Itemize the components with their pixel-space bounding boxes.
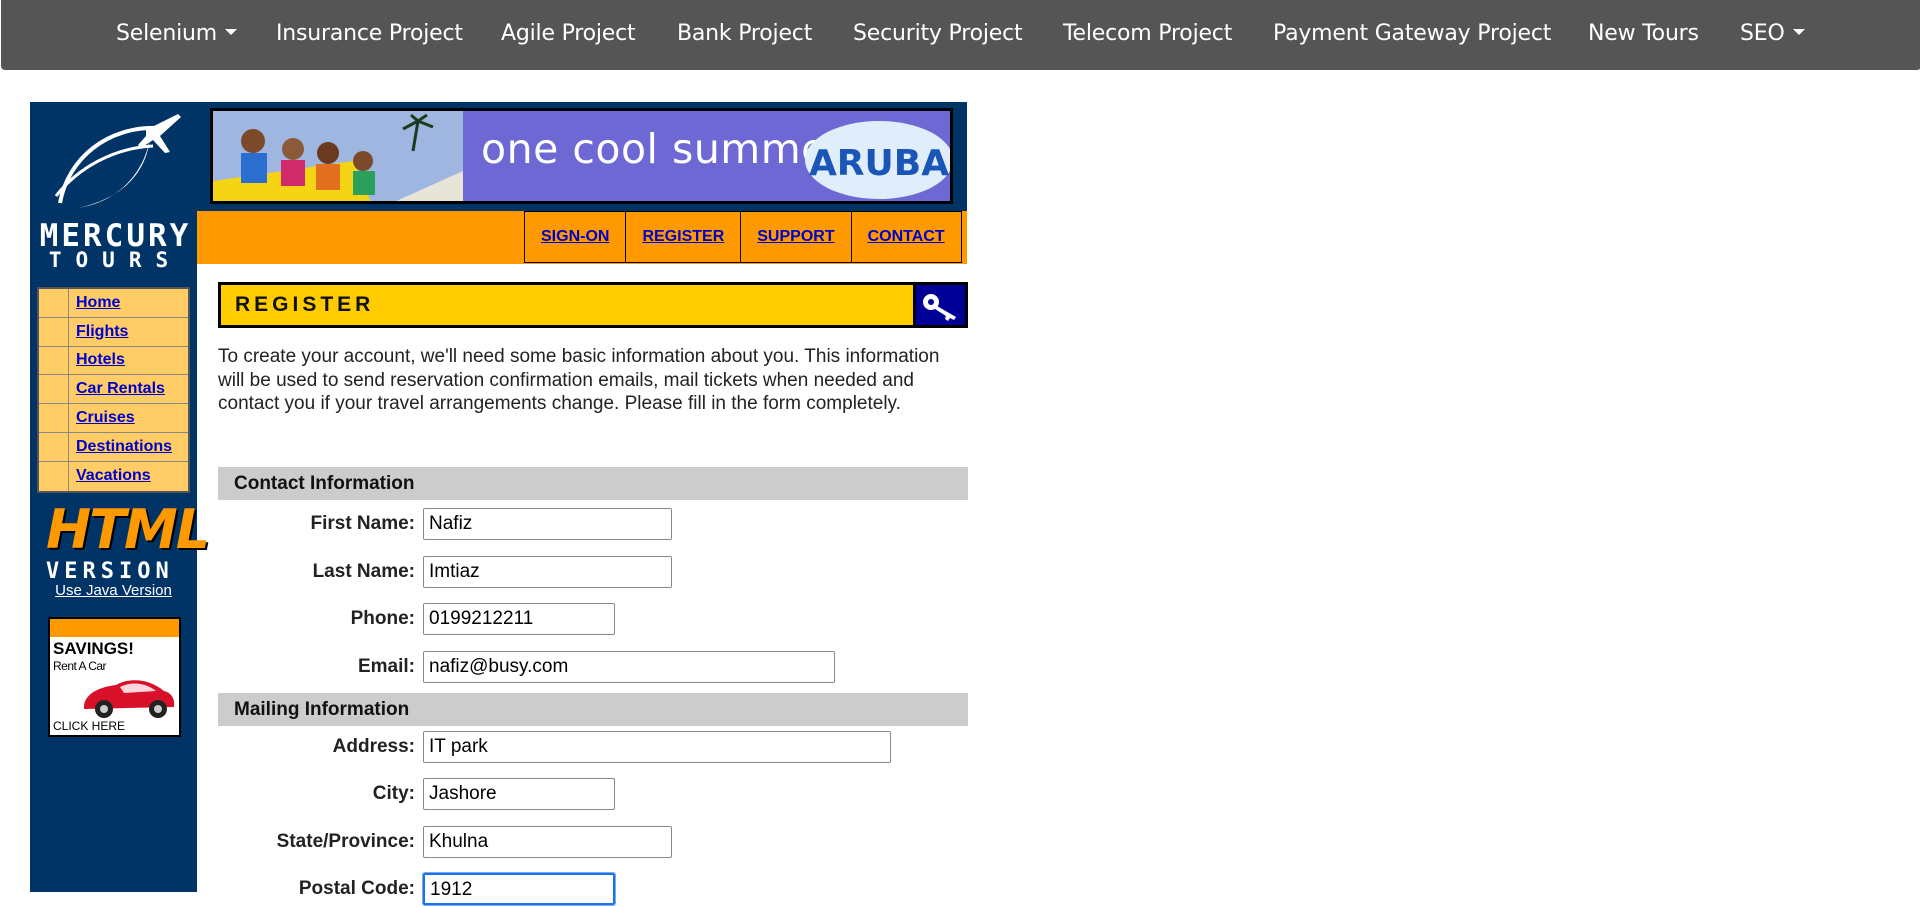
first-name-row: First Name: Nafiz	[218, 508, 968, 542]
key-icon	[913, 285, 965, 325]
state-province-label: State/Province:	[276, 831, 415, 852]
side-menu: Home Flights Hotels Car Rentals Cruises …	[37, 287, 190, 493]
banner-area: one cool summer ARUBA	[197, 102, 967, 211]
postal-code-input[interactable]: 1912	[422, 872, 616, 906]
menu-bullet	[39, 432, 69, 461]
side-menu-item-destinations: Destinations	[39, 432, 188, 462]
car-icon	[84, 680, 175, 718]
side-menu-link-car-rentals[interactable]: Car Rentals	[69, 380, 165, 398]
menu-bullet	[39, 375, 69, 404]
nav-security-project[interactable]: Security Project	[853, 0, 1023, 67]
caret-down-icon	[224, 29, 237, 35]
aruba-badge: ARUBA	[805, 121, 950, 199]
last-name-input[interactable]: Imtiaz	[423, 556, 672, 588]
menu-bullet	[39, 461, 69, 491]
plane-logo-icon	[54, 114, 181, 208]
postal-code-row: Postal Code: 1912	[218, 872, 968, 907]
side-menu-link-hotels[interactable]: Hotels	[69, 351, 125, 369]
nav-bank-project[interactable]: Bank Project	[677, 0, 812, 67]
ad-title: SAVINGS!	[53, 639, 134, 658]
side-menu-item-home: Home	[39, 289, 188, 318]
side-menu-item-flights: Flights	[39, 317, 188, 347]
logo-wordmark-tours: TOURS	[48, 248, 183, 272]
nav-selenium-dropdown[interactable]: Selenium	[116, 0, 237, 67]
phone-row: Phone: 0199212211	[218, 603, 968, 637]
postal-code-label: Postal Code:	[298, 878, 415, 899]
top-links: SIGN-ON REGISTER SUPPORT CONTACT	[524, 211, 962, 263]
menu-bullet	[39, 346, 69, 375]
city-input[interactable]: Jashore	[423, 778, 615, 810]
side-menu-item-cruises: Cruises	[39, 404, 188, 433]
promo-banner[interactable]: one cool summer ARUBA	[210, 108, 953, 204]
address-row: Address: IT park	[218, 731, 968, 765]
side-menu-link-vacations[interactable]: Vacations	[69, 467, 151, 485]
first-name-label: First Name:	[310, 513, 415, 534]
banner-headline: one cool summer	[481, 125, 845, 173]
menu-bullet	[39, 289, 69, 317]
phone-label: Phone:	[350, 608, 415, 629]
last-name-row: Last Name: Imtiaz	[218, 556, 968, 590]
side-menu-item-hotels: Hotels	[39, 346, 188, 376]
contact-link[interactable]: CONTACT	[851, 211, 962, 263]
email-input[interactable]: nafiz@busy.com	[423, 651, 835, 683]
side-menu-link-cruises[interactable]: Cruises	[69, 409, 135, 427]
register-link[interactable]: REGISTER	[626, 211, 742, 263]
nav-label: SEO	[1740, 21, 1785, 46]
caret-down-icon	[1792, 29, 1805, 35]
nav-insurance-project[interactable]: Insurance Project	[276, 0, 463, 67]
top-navbar: Selenium Insurance Project Agile Project…	[1, 0, 1920, 70]
first-name-input[interactable]: Nafiz	[423, 508, 672, 540]
top-links-bar: SIGN-ON REGISTER SUPPORT CONTACT	[197, 211, 967, 264]
phone-input[interactable]: 0199212211	[423, 603, 615, 635]
ad-body: SAVINGS! Rent A Car CLICK HERE	[50, 637, 179, 735]
nav-label: Selenium	[116, 21, 217, 46]
register-header: REGISTER	[218, 282, 968, 328]
beach-people-image	[213, 111, 463, 201]
state-province-row: State/Province: Khulna	[218, 826, 968, 860]
side-menu-link-home[interactable]: Home	[69, 294, 120, 312]
nav-payment-gateway-project[interactable]: Payment Gateway Project	[1273, 0, 1551, 67]
state-province-input[interactable]: Khulna	[423, 826, 672, 858]
sign-on-link[interactable]: SIGN-ON	[525, 211, 627, 263]
ad-cta: CLICK HERE	[53, 719, 126, 733]
use-java-version-link[interactable]: Use Java Version	[30, 582, 197, 599]
html-version-logo-version: VERSION	[46, 559, 174, 584]
email-row: Email: nafiz@busy.com	[218, 651, 968, 685]
html-version-logo: HTML VERSION	[46, 498, 210, 584]
side-menu-link-flights[interactable]: Flights	[69, 323, 128, 341]
contact-information-section: Contact Information	[218, 467, 968, 500]
register-header-title: REGISTER	[235, 293, 375, 316]
city-row: City: Jashore	[218, 778, 968, 812]
left-column: MERCURY TOURS Home Flights Hotels Car Re…	[30, 102, 210, 892]
address-label: Address:	[332, 736, 415, 757]
side-menu-item-vacations: Vacations	[39, 461, 188, 491]
email-label: Email:	[357, 656, 415, 677]
savings-rent-a-car-ad[interactable]: SAVINGS! Rent A Car CLICK HERE	[48, 617, 181, 737]
html-version-logo-html: HTML	[46, 498, 210, 561]
menu-bullet	[39, 317, 69, 346]
mercury-tours-logo[interactable]: MERCURY TOURS	[38, 108, 193, 272]
key-graphic	[923, 294, 956, 321]
side-menu-link-destinations[interactable]: Destinations	[69, 438, 172, 456]
menu-bullet	[39, 404, 69, 432]
register-intro-text: To create your account, we'll need some …	[218, 346, 940, 414]
nav-agile-project[interactable]: Agile Project	[501, 0, 636, 67]
nav-telecom-project[interactable]: Telecom Project	[1063, 0, 1232, 67]
nav-new-tours[interactable]: New Tours	[1588, 0, 1699, 67]
last-name-label: Last Name:	[312, 561, 415, 582]
nav-seo-dropdown[interactable]: SEO	[1740, 0, 1805, 67]
support-link[interactable]: SUPPORT	[741, 211, 852, 263]
city-label: City:	[372, 783, 415, 804]
address-input[interactable]: IT park	[423, 731, 891, 763]
side-menu-item-car-rentals: Car Rentals	[39, 375, 188, 405]
mailing-information-section: Mailing Information	[218, 693, 968, 726]
